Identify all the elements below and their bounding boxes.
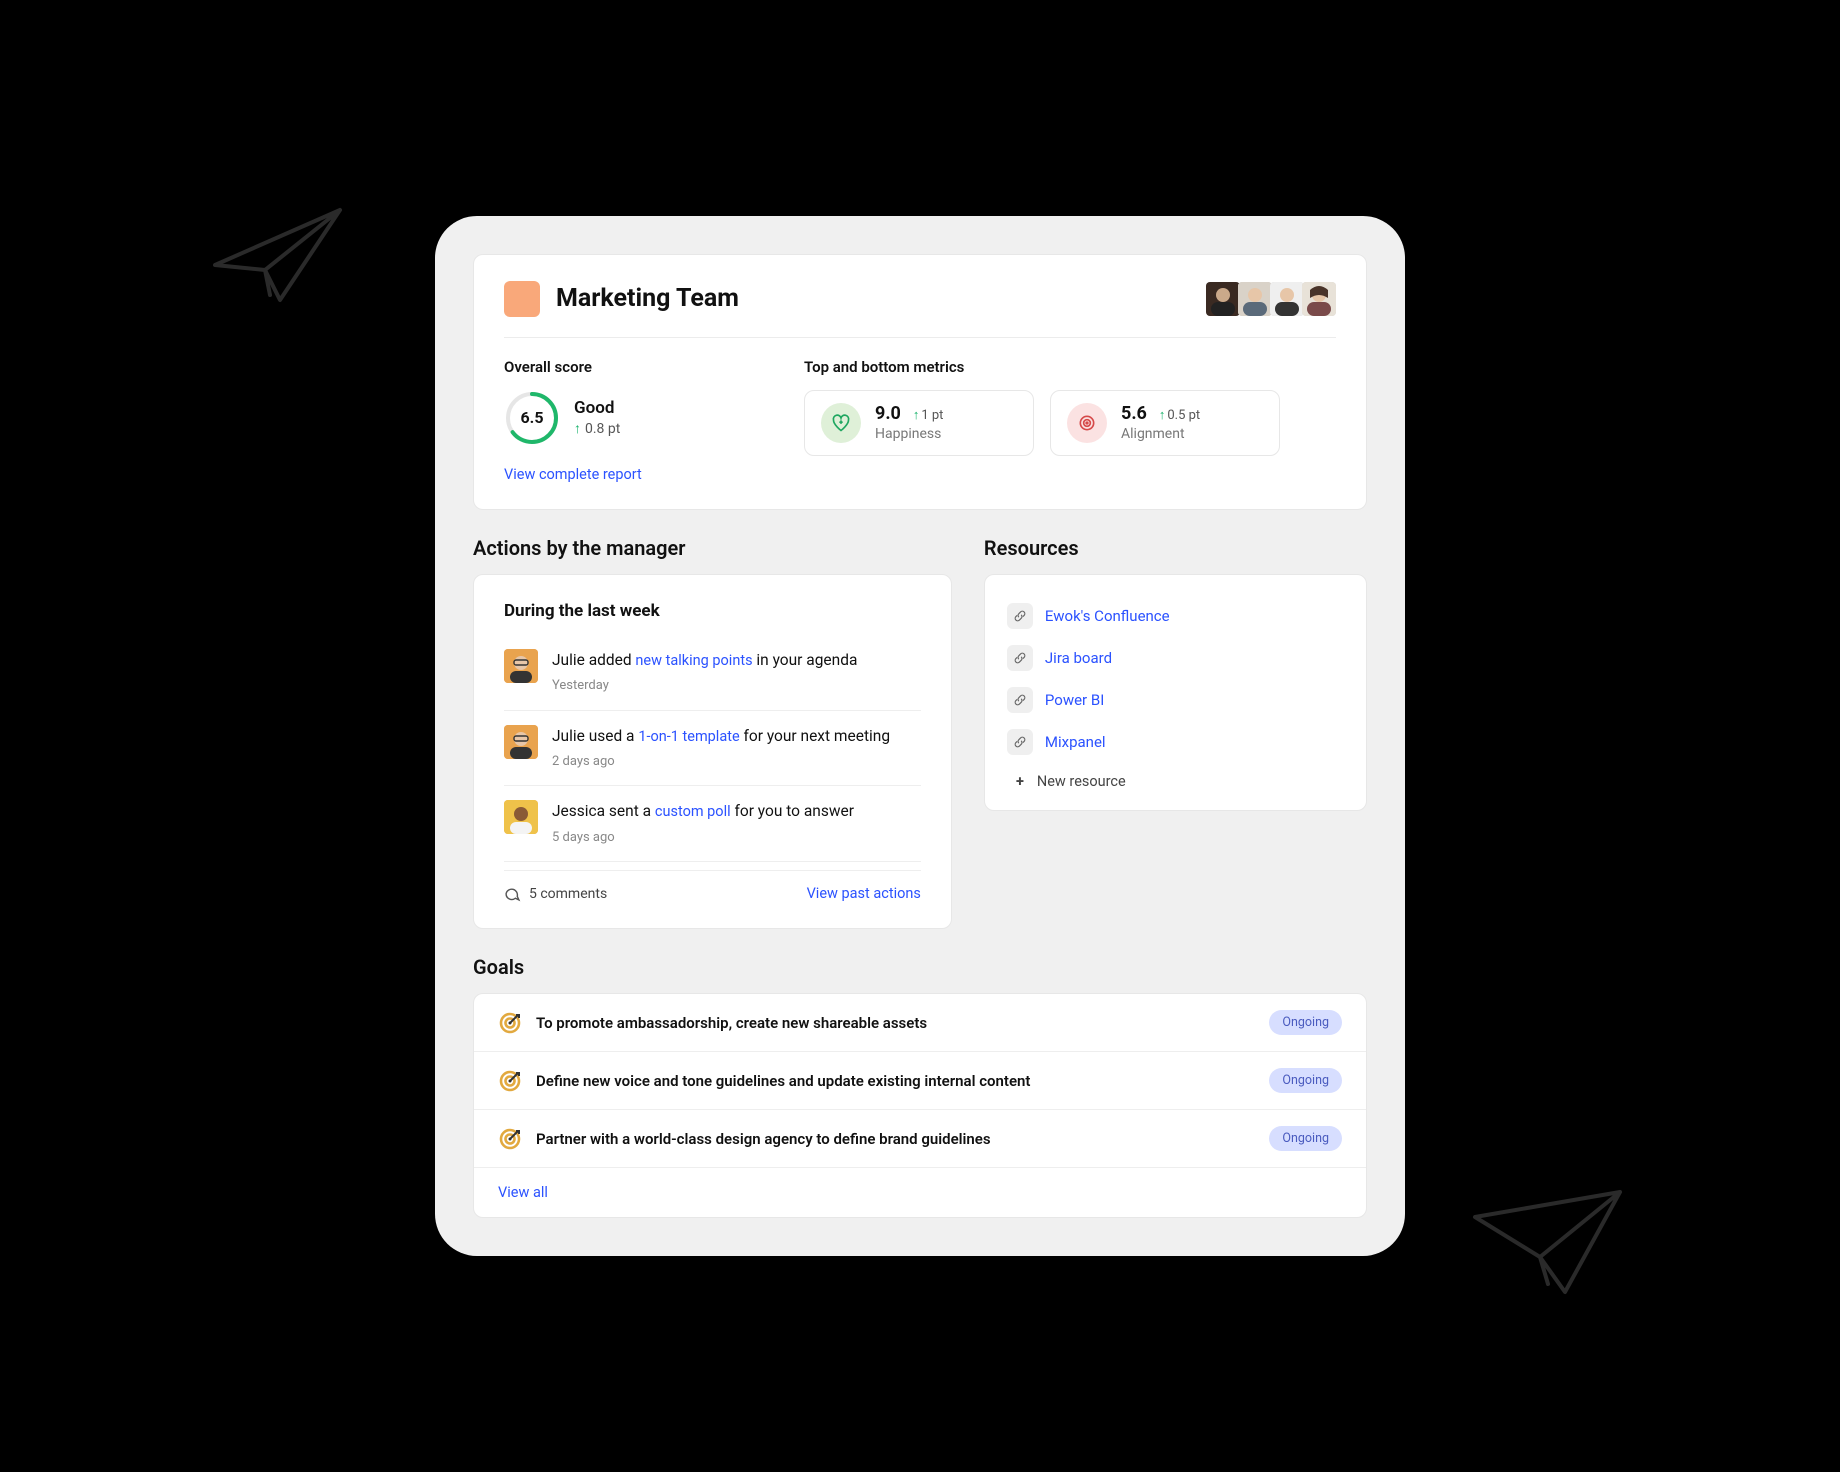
arrow-up-icon: ↑ — [1159, 408, 1166, 423]
avatar[interactable] — [1206, 282, 1240, 316]
team-title: Marketing Team — [556, 284, 739, 313]
score-value: 6.5 — [504, 390, 560, 446]
resource-link[interactable]: Jira board — [1045, 649, 1112, 667]
metric-caption: Happiness — [875, 426, 943, 442]
score-delta-value: 0.8 pt — [585, 421, 620, 437]
action-link[interactable]: new talking points — [635, 652, 752, 669]
team-avatars[interactable] — [1208, 282, 1336, 316]
metric-card-alignment[interactable]: 5.6 ↑0.5 pt Alignment — [1050, 390, 1280, 456]
status-badge: Ongoing — [1269, 1010, 1342, 1035]
arrow-up-icon: ↑ — [913, 408, 920, 423]
new-resource-button[interactable]: + New resource — [1007, 773, 1344, 790]
overview-card: Marketing Team Overall score — [473, 254, 1367, 510]
actions-title: Actions by the manager — [473, 536, 952, 560]
resource-item: Mixpanel — [1007, 721, 1344, 763]
resource-item: Ewok's Confluence — [1007, 595, 1344, 637]
paper-plane-icon — [210, 200, 350, 310]
action-text-pre: Julie used a — [552, 727, 638, 745]
link-icon — [1007, 645, 1033, 671]
action-text-pre: Jessica sent a — [552, 802, 655, 820]
goals-title: Goals — [473, 955, 1367, 979]
avatar[interactable] — [1270, 282, 1304, 316]
action-item: Julie added new talking points in your a… — [504, 635, 921, 711]
avatar[interactable] — [1238, 282, 1272, 316]
action-time: 2 days ago — [552, 752, 890, 772]
resource-link[interactable]: Mixpanel — [1045, 733, 1106, 751]
link-icon — [1007, 603, 1033, 629]
action-text-post: for your next meeting — [740, 727, 890, 745]
actions-card: During the last week Julie added new tal… — [473, 574, 952, 929]
avatar[interactable] — [504, 725, 538, 759]
goals-card: To promote ambassadorship, create new sh… — [473, 993, 1367, 1218]
comments-label: 5 comments — [529, 886, 607, 902]
action-text-post: for you to answer — [731, 802, 854, 820]
action-item: Jessica sent a custom poll for you to an… — [504, 786, 921, 862]
action-time: 5 days ago — [552, 828, 854, 848]
goal-target-icon — [498, 1069, 522, 1093]
comment-icon — [504, 885, 521, 902]
goal-text: Define new voice and tone guidelines and… — [536, 1072, 1255, 1090]
avatar[interactable] — [504, 649, 538, 683]
goal-target-icon — [498, 1011, 522, 1035]
resources-card: Ewok's Confluence Jira board Power BI — [984, 574, 1367, 811]
view-all-goals-link[interactable]: View all — [474, 1168, 1366, 1217]
plus-icon: + — [1011, 773, 1029, 790]
link-icon — [1007, 687, 1033, 713]
goal-target-icon — [498, 1127, 522, 1151]
goal-row[interactable]: To promote ambassadorship, create new sh… — [474, 994, 1366, 1052]
metric-value: 9.0 — [875, 403, 901, 424]
goal-text: Partner with a world-class design agency… — [536, 1130, 1255, 1148]
tablet-frame: Marketing Team Overall score — [435, 216, 1405, 1256]
link-icon — [1007, 729, 1033, 755]
resource-item: Power BI — [1007, 679, 1344, 721]
resource-link[interactable]: Power BI — [1045, 691, 1104, 709]
resource-item: Jira board — [1007, 637, 1344, 679]
action-time: Yesterday — [552, 676, 857, 696]
view-report-link[interactable]: View complete report — [504, 466, 642, 483]
action-text-post: in your agenda — [753, 651, 858, 669]
metric-delta: 1 pt — [921, 408, 943, 423]
status-badge: Ongoing — [1269, 1126, 1342, 1151]
score-rating: Good — [574, 398, 620, 418]
target-icon — [1067, 403, 1107, 443]
resources-title: Resources — [984, 536, 1367, 560]
comments-count[interactable]: 5 comments — [504, 885, 607, 902]
view-past-actions-link[interactable]: View past actions — [807, 885, 921, 902]
actions-range: During the last week — [504, 601, 921, 621]
goal-row[interactable]: Partner with a world-class design agency… — [474, 1110, 1366, 1168]
action-link[interactable]: custom poll — [655, 803, 731, 820]
arrow-up-icon: ↑ — [574, 420, 581, 437]
avatar[interactable] — [504, 800, 538, 834]
action-link[interactable]: 1-on-1 template — [638, 728, 739, 745]
metric-caption: Alignment — [1121, 426, 1200, 442]
resource-link[interactable]: Ewok's Confluence — [1045, 607, 1170, 625]
avatar[interactable] — [1302, 282, 1336, 316]
metric-card-happiness[interactable]: 9.0 ↑1 pt Happiness — [804, 390, 1034, 456]
score-delta: ↑ 0.8 pt — [574, 420, 620, 437]
metrics-label: Top and bottom metrics — [804, 358, 1336, 376]
paper-plane-icon — [1470, 1182, 1630, 1302]
status-badge: Ongoing — [1269, 1068, 1342, 1093]
goal-row[interactable]: Define new voice and tone guidelines and… — [474, 1052, 1366, 1110]
action-item: Julie used a 1-on-1 template for your ne… — [504, 711, 921, 787]
action-text-pre: Julie added — [552, 651, 635, 669]
overall-score-label: Overall score — [504, 358, 764, 376]
heart-plus-icon — [821, 403, 861, 443]
team-color-swatch — [504, 281, 540, 317]
metric-value: 5.6 — [1121, 403, 1147, 424]
new-resource-label: New resource — [1037, 773, 1126, 790]
score-ring: 6.5 — [504, 390, 560, 446]
goal-text: To promote ambassadorship, create new sh… — [536, 1014, 1255, 1032]
metric-delta: 0.5 pt — [1167, 408, 1200, 423]
